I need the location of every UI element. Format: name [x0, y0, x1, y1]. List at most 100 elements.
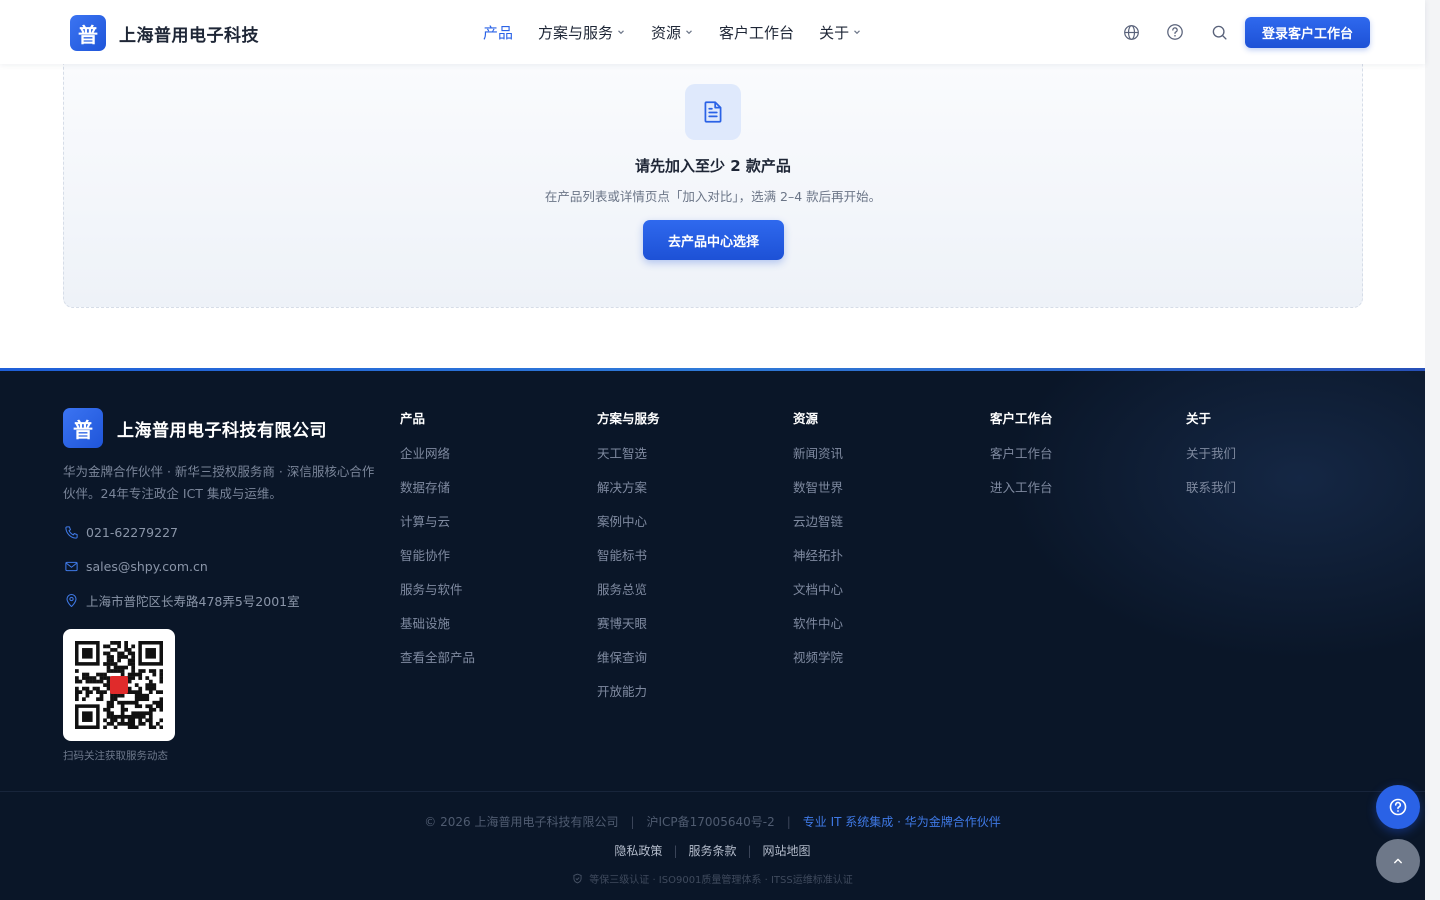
brand-name: 上海普用电子科技 — [119, 25, 259, 46]
contact-address: 上海市普陀区长寿路478弄5号2001室 — [63, 591, 300, 610]
footer-link[interactable]: 智能标书 — [597, 549, 660, 583]
footer-accent-line — [0, 368, 1425, 371]
location-pin-icon — [63, 593, 79, 609]
footer-brand[interactable]: 普 上海普用电子科技有限公司 — [63, 408, 327, 448]
address-text: 上海市普陀区长寿路478弄5号2001室 — [86, 594, 300, 609]
nav-label: 方案与服务 — [538, 23, 614, 42]
qr-caption: 扫码关注获取服务动态 — [63, 750, 168, 762]
help-icon[interactable] — [1164, 21, 1186, 43]
footer-description: 华为金牌合作伙伴 · 新华三授权服务商 · 深信服核心合作伙伴。24年专注政企 … — [63, 464, 375, 501]
help-icon — [1389, 798, 1407, 816]
top-header: 普 上海普用电子科技 产品 方案与服务 资源 客户工作台 关于 登录客户工作台 — [0, 0, 1425, 64]
chevron-down-icon — [854, 30, 861, 35]
legal-links: 隐私政策 | 服务条款 | 网站地图 — [0, 842, 1425, 859]
nav-label: 产品 — [483, 23, 514, 42]
copyright-bar: © 2026 上海普用电子科技有限公司 | 沪ICP备17005640号-2 | 专业 … — [0, 813, 1425, 830]
chevron-up-icon — [1394, 858, 1402, 864]
compare-empty-state: 请先加入至少 2 款产品 在产品列表或详情页点「加入对比」，选满 2–4 款后再… — [63, 40, 1363, 308]
footer-col-products: 产品 企业网络 数据存储 计算与云 智能协作 服务与软件 基础设施 查看全部产品 — [400, 408, 475, 685]
footer-link[interactable]: 软件中心 — [793, 617, 843, 651]
back-to-top-button[interactable] — [1376, 839, 1420, 883]
footer-link[interactable]: 神经拓扑 — [793, 549, 843, 583]
footer-link[interactable]: 进入工作台 — [990, 481, 1053, 515]
footer-link[interactable]: 客户工作台 — [990, 447, 1053, 481]
slogan-text: 专业 IT 系统集成 · 华为金牌合作伙伴 — [802, 815, 1001, 829]
certifications: 等保三级认证 · ISO9001质量管理体系 · ITSS运维标准认证 — [0, 871, 1425, 886]
chevron-down-icon — [686, 30, 692, 35]
shield-icon — [573, 873, 582, 884]
footer-link[interactable]: 服务总览 — [597, 583, 660, 617]
nav-item-products[interactable]: 产品 — [483, 22, 513, 43]
footer-link[interactable]: 解决方案 — [597, 481, 660, 515]
go-product-center-button[interactable]: 去产品中心选择 — [643, 220, 784, 260]
mail-icon — [63, 558, 79, 574]
certifications-text: 等保三级认证 · ISO9001质量管理体系 · ITSS运维标准认证 — [589, 875, 853, 886]
footer-link[interactable]: 数据存储 — [400, 481, 475, 515]
email-address: sales@shpy.com.cn — [86, 558, 208, 574]
footer-link[interactable]: 视频学院 — [793, 651, 843, 685]
floating-help-button[interactable] — [1376, 785, 1420, 829]
document-icon — [685, 84, 741, 140]
contact-phone[interactable]: 021-62279227 — [63, 524, 178, 540]
footer-col-solutions: 方案与服务 天工智选 解决方案 案例中心 智能标书 服务总览 赛博天眼 维保查询 开放能力 — [597, 408, 660, 719]
chevron-down-icon — [618, 30, 624, 35]
nav-label: 关于 — [819, 23, 850, 42]
footer-logo: 普 — [63, 408, 103, 448]
footer-col-title: 产品 — [400, 411, 426, 426]
scrollbar-track[interactable] — [1425, 0, 1440, 900]
footer-company-name: 上海普用电子科技有限公司 — [117, 420, 327, 441]
footer-link[interactable]: 计算与云 — [400, 515, 475, 549]
footer-col-title: 资源 — [793, 411, 819, 426]
empty-state-title: 请先加入至少 2 款产品 — [635, 157, 791, 175]
separator: | — [630, 815, 635, 829]
footer-link[interactable]: 云边智链 — [793, 515, 843, 549]
nav-item-solutions[interactable]: 方案与服务 — [538, 22, 626, 43]
footer-col-about: 关于 关于我们 联系我们 — [1186, 408, 1236, 515]
separator: | — [673, 844, 678, 858]
footer-link[interactable]: 联系我们 — [1186, 481, 1236, 515]
login-workspace-button[interactable]: 登录客户工作台 — [1245, 17, 1370, 48]
nav-item-resources[interactable]: 资源 — [651, 22, 694, 43]
contact-email[interactable]: sales@shpy.com.cn — [63, 558, 208, 574]
footer-link[interactable]: 天工智选 — [597, 447, 660, 481]
header-actions — [1120, 21, 1252, 43]
nav-label: 资源 — [651, 23, 682, 42]
globe-icon[interactable] — [1120, 21, 1142, 43]
wechat-qr-code — [63, 629, 175, 741]
brand[interactable]: 普 上海普用电子科技 — [70, 15, 259, 51]
footer-col-title: 方案与服务 — [597, 411, 660, 426]
footer-link[interactable]: 开放能力 — [597, 685, 660, 719]
footer-link[interactable]: 数智世界 — [793, 481, 843, 515]
footer-link[interactable]: 服务与软件 — [400, 583, 475, 617]
footer-link[interactable]: 基础设施 — [400, 617, 475, 651]
nav-item-workspace[interactable]: 客户工作台 — [719, 22, 794, 43]
brand-logo: 普 — [70, 15, 106, 51]
nav-item-about[interactable]: 关于 — [819, 22, 862, 43]
footer-link[interactable]: 企业网络 — [400, 447, 475, 481]
icp-link[interactable]: 沪ICP备17005640号-2 — [647, 815, 775, 829]
footer-link[interactable]: 新闻资讯 — [793, 447, 843, 481]
footer-divider — [0, 791, 1425, 792]
footer-col-resources: 资源 新闻资讯 数智世界 云边智链 神经拓扑 文档中心 软件中心 视频学院 — [793, 408, 843, 685]
footer-link[interactable]: 赛博天眼 — [597, 617, 660, 651]
footer-col-workspace: 客户工作台 客户工作台 进入工作台 — [990, 408, 1053, 515]
footer-link[interactable]: 案例中心 — [597, 515, 660, 549]
separator: | — [786, 815, 791, 829]
terms-of-service-link[interactable]: 服务条款 — [688, 844, 736, 858]
nav-label: 客户工作台 — [719, 23, 795, 42]
main-nav: 产品 方案与服务 资源 客户工作台 关于 — [483, 0, 887, 64]
privacy-policy-link[interactable]: 隐私政策 — [614, 844, 662, 858]
footer-link[interactable]: 维保查询 — [597, 651, 660, 685]
sitemap-link[interactable]: 网站地图 — [763, 844, 811, 858]
site-footer: 普 上海普用电子科技有限公司 华为金牌合作伙伴 · 新华三授权服务商 · 深信服… — [0, 368, 1425, 900]
separator: | — [747, 844, 752, 858]
phone-number: 021-62279227 — [86, 524, 178, 540]
footer-col-title: 客户工作台 — [990, 411, 1053, 426]
footer-link[interactable]: 关于我们 — [1186, 447, 1236, 481]
footer-link[interactable]: 文档中心 — [793, 583, 843, 617]
footer-link[interactable]: 智能协作 — [400, 549, 475, 583]
footer-link[interactable]: 查看全部产品 — [400, 651, 475, 685]
phone-icon — [63, 524, 79, 540]
search-icon[interactable] — [1208, 21, 1230, 43]
copyright-text: © 2026 上海普用电子科技有限公司 — [424, 815, 619, 829]
